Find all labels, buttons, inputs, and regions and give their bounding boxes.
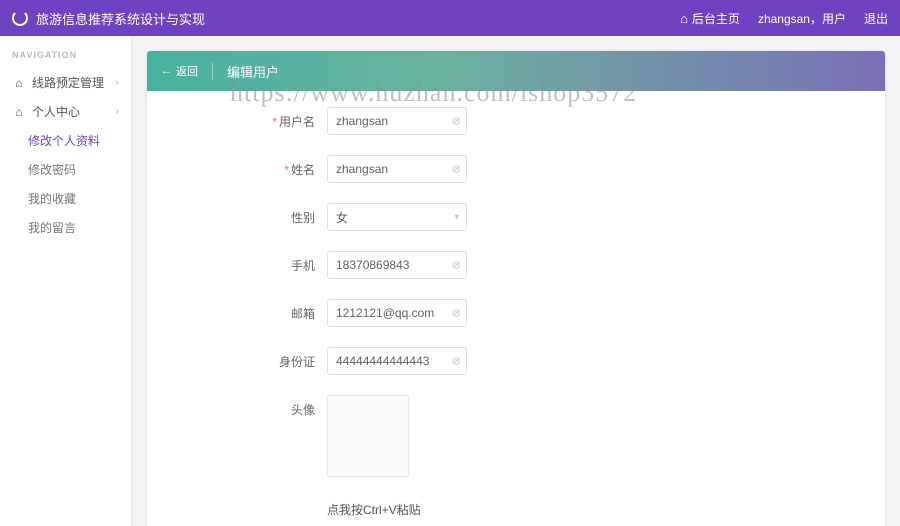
sidebar: NAVIGATION ⌂ 线路预定管理 › ⌂ 个人中心 › 修改个人资料 修改… bbox=[0, 36, 132, 526]
logout-link[interactable]: 退出 bbox=[864, 10, 888, 27]
top-bar: 旅游信息推荐系统设计与实现 ⌂ 后台主页 zhangsan，用户 退出 bbox=[0, 0, 900, 36]
form-area: *用户名 ⊘ *姓名 ⊘ bbox=[147, 91, 885, 526]
username-input[interactable] bbox=[327, 107, 467, 135]
avatar-label: 头像 bbox=[291, 403, 315, 417]
username-label: 用户名 bbox=[279, 115, 315, 129]
idcard-label: 身份证 bbox=[279, 355, 315, 369]
home-icon: ⌂ bbox=[680, 11, 688, 26]
sidebar-sub-my-favorites[interactable]: 我的收藏 bbox=[0, 184, 131, 213]
header-divider bbox=[212, 62, 213, 80]
sidebar-sub-my-messages[interactable]: 我的留言 bbox=[0, 213, 131, 242]
sidebar-item-label: 个人中心 bbox=[32, 103, 80, 120]
sidebar-item-personal-center[interactable]: ⌂ 个人中心 › bbox=[0, 97, 131, 126]
realname-input[interactable] bbox=[327, 155, 467, 183]
email-input[interactable] bbox=[327, 299, 467, 327]
sidebar-sub-edit-profile[interactable]: 修改个人资料 bbox=[0, 126, 131, 155]
required-mark: * bbox=[272, 115, 277, 129]
panel-title: 编辑用户 bbox=[227, 62, 279, 81]
row-idcard: 身份证 ⊘ bbox=[147, 347, 885, 375]
row-avatar: 头像 点我按Ctrl+V粘贴 bbox=[147, 395, 885, 518]
sidebar-sub-change-password[interactable]: 修改密码 bbox=[0, 155, 131, 184]
home-link-label: 后台主页 bbox=[692, 10, 740, 27]
idcard-input[interactable] bbox=[327, 347, 467, 375]
edit-user-panel: ← 返回 编辑用户 *用户名 ⊘ *姓名 bbox=[146, 50, 886, 526]
row-email: 邮箱 ⊘ bbox=[147, 299, 885, 327]
content-area: ← 返回 编辑用户 *用户名 ⊘ *姓名 bbox=[132, 36, 900, 526]
row-username: *用户名 ⊘ bbox=[147, 107, 885, 135]
home-icon: ⌂ bbox=[12, 105, 26, 119]
gender-select[interactable] bbox=[327, 203, 467, 231]
gender-label: 性别 bbox=[291, 211, 315, 225]
sidebar-item-route-booking[interactable]: ⌂ 线路预定管理 › bbox=[0, 68, 131, 97]
home-link[interactable]: ⌂ 后台主页 bbox=[680, 10, 740, 27]
phone-input[interactable] bbox=[327, 251, 467, 279]
arrow-left-icon: ← bbox=[161, 65, 172, 77]
home-icon: ⌂ bbox=[12, 76, 26, 90]
app-title: 旅游信息推荐系统设计与实现 bbox=[36, 9, 205, 28]
row-realname: *姓名 ⊘ bbox=[147, 155, 885, 183]
chevron-right-icon: › bbox=[116, 77, 119, 88]
avatar-paste-hint: 点我按Ctrl+V粘贴 bbox=[327, 501, 885, 518]
avatar-upload-box[interactable] bbox=[327, 395, 409, 477]
nav-header: NAVIGATION bbox=[0, 46, 131, 68]
logo-icon bbox=[12, 10, 28, 26]
required-mark: * bbox=[284, 163, 289, 177]
row-phone: 手机 ⊘ bbox=[147, 251, 885, 279]
email-label: 邮箱 bbox=[291, 307, 315, 321]
realname-label: 姓名 bbox=[291, 163, 315, 177]
chevron-right-icon: › bbox=[116, 106, 119, 117]
user-link[interactable]: zhangsan，用户 bbox=[758, 10, 846, 27]
logo-wrap: 旅游信息推荐系统设计与实现 bbox=[12, 9, 205, 28]
back-label: 返回 bbox=[176, 63, 198, 79]
phone-label: 手机 bbox=[291, 259, 315, 273]
panel-header: ← 返回 编辑用户 bbox=[147, 51, 885, 91]
sidebar-item-label: 线路预定管理 bbox=[32, 74, 104, 91]
back-button[interactable]: ← 返回 bbox=[161, 63, 198, 79]
row-gender: 性别 ▾ bbox=[147, 203, 885, 231]
